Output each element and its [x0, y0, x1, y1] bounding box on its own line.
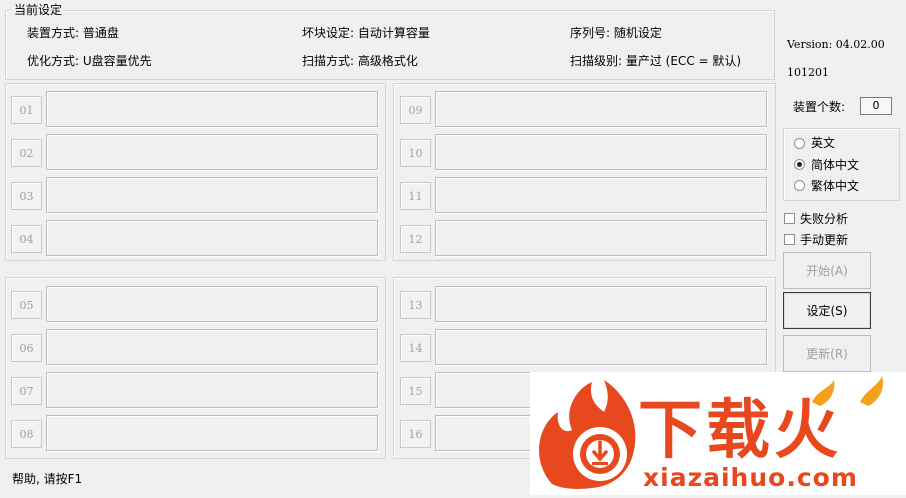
setting-scan-mode: 扫描方式: 高级格式化 — [302, 54, 418, 68]
device-slot-button[interactable]: 16 — [400, 420, 431, 448]
device-slot-status-panel — [46, 415, 378, 451]
setting-device-mode: 装置方式: 普通盘 — [27, 26, 119, 40]
device-slot: 09 — [400, 91, 769, 127]
device-slot-button[interactable]: 09 — [400, 96, 431, 124]
device-slot: 11 — [400, 177, 769, 213]
device-slot: 13 — [400, 286, 769, 322]
watermark: 下载火 xiazaihuo.com — [530, 372, 906, 495]
device-slot-button[interactable]: 15 — [400, 377, 431, 405]
update-button[interactable]: 更新(R) — [783, 335, 871, 372]
device-slot-status-panel — [435, 329, 767, 365]
device-slot-status-panel — [435, 134, 767, 170]
device-slot: 10 — [400, 134, 769, 170]
current-settings-group: 当前设定 装置方式: 普通盘 坏块设定: 自动计算容量 序列号: 随机设定 优化… — [5, 2, 775, 80]
version-build: 101201 — [787, 66, 829, 79]
device-slot: 03 — [11, 177, 380, 213]
device-slot-status-panel — [46, 134, 378, 170]
version-text: Version: 04.02.00 — [787, 38, 885, 51]
device-slot: 04 — [11, 220, 380, 256]
watermark-brand-text: 下载火 — [638, 394, 842, 468]
manual-update-checkbox[interactable] — [784, 234, 795, 245]
device-count-label: 装置个数: — [793, 100, 846, 114]
device-slot: 02 — [11, 134, 380, 170]
language-label-simplified[interactable]: 简体中文 — [811, 158, 859, 172]
device-slot: 12 — [400, 220, 769, 256]
device-slot-button[interactable]: 01 — [11, 96, 42, 124]
device-slot: 08 — [11, 415, 380, 451]
status-help-text: 帮助, 请按F1 — [12, 472, 83, 486]
watermark-logo-icon: 下载火 xiazaihuo.com — [539, 376, 883, 492]
device-slot-button[interactable]: 12 — [400, 225, 431, 253]
language-group: 英文 简体中文 繁体中文 — [783, 128, 900, 201]
settings-button[interactable]: 设定(S) — [783, 292, 871, 329]
device-slot-button[interactable]: 04 — [11, 225, 42, 253]
watermark-url-text: xiazaihuo.com — [643, 463, 858, 492]
setting-optimize: 优化方式: U盘容量优先 — [27, 54, 152, 68]
language-label-english[interactable]: 英文 — [811, 136, 835, 150]
device-slot-status-panel — [435, 177, 767, 213]
device-slot-status-panel — [46, 329, 378, 365]
device-slot-status-panel — [46, 177, 378, 213]
setting-bad-block: 坏块设定: 自动计算容量 — [302, 26, 430, 40]
manual-update-label[interactable]: 手动更新 — [800, 233, 848, 247]
start-button[interactable]: 开始(A) — [783, 252, 871, 289]
device-slot-button[interactable]: 13 — [400, 291, 431, 319]
device-slot-status-panel — [46, 91, 378, 127]
fail-analysis-label[interactable]: 失败分析 — [800, 212, 848, 226]
device-slot-status-panel — [435, 91, 767, 127]
language-radio-traditional[interactable] — [794, 180, 805, 191]
language-radio-english[interactable] — [794, 138, 805, 149]
language-label-traditional[interactable]: 繁体中文 — [811, 179, 859, 193]
device-slot-status-panel — [435, 220, 767, 256]
device-slot-status-panel — [435, 286, 767, 322]
device-slot-status-panel — [46, 286, 378, 322]
device-slot: 14 — [400, 329, 769, 365]
device-slot-status-panel — [46, 220, 378, 256]
device-slot-button[interactable]: 03 — [11, 182, 42, 210]
device-slot-button[interactable]: 10 — [400, 139, 431, 167]
language-radio-simplified[interactable] — [794, 159, 805, 170]
setting-scan-level: 扫描级别: 量产过 (ECC = 默认) — [570, 54, 742, 68]
setting-serial: 序列号: 随机设定 — [570, 26, 662, 40]
device-count-field: 0 — [860, 97, 892, 115]
device-slot-button[interactable]: 02 — [11, 139, 42, 167]
current-settings-legend: 当前设定 — [12, 2, 65, 18]
device-slot-button[interactable]: 14 — [400, 334, 431, 362]
device-slot: 01 — [11, 91, 380, 127]
device-slot-button[interactable]: 06 — [11, 334, 42, 362]
device-slot-status-panel — [46, 372, 378, 408]
device-slot: 07 — [11, 372, 380, 408]
device-slot: 06 — [11, 329, 380, 365]
fail-analysis-checkbox[interactable] — [784, 213, 795, 224]
device-slot: 05 — [11, 286, 380, 322]
device-slot-button[interactable]: 07 — [11, 377, 42, 405]
device-slot-button[interactable]: 11 — [400, 182, 431, 210]
device-slot-button[interactable]: 05 — [11, 291, 42, 319]
device-slot-button[interactable]: 08 — [11, 420, 42, 448]
